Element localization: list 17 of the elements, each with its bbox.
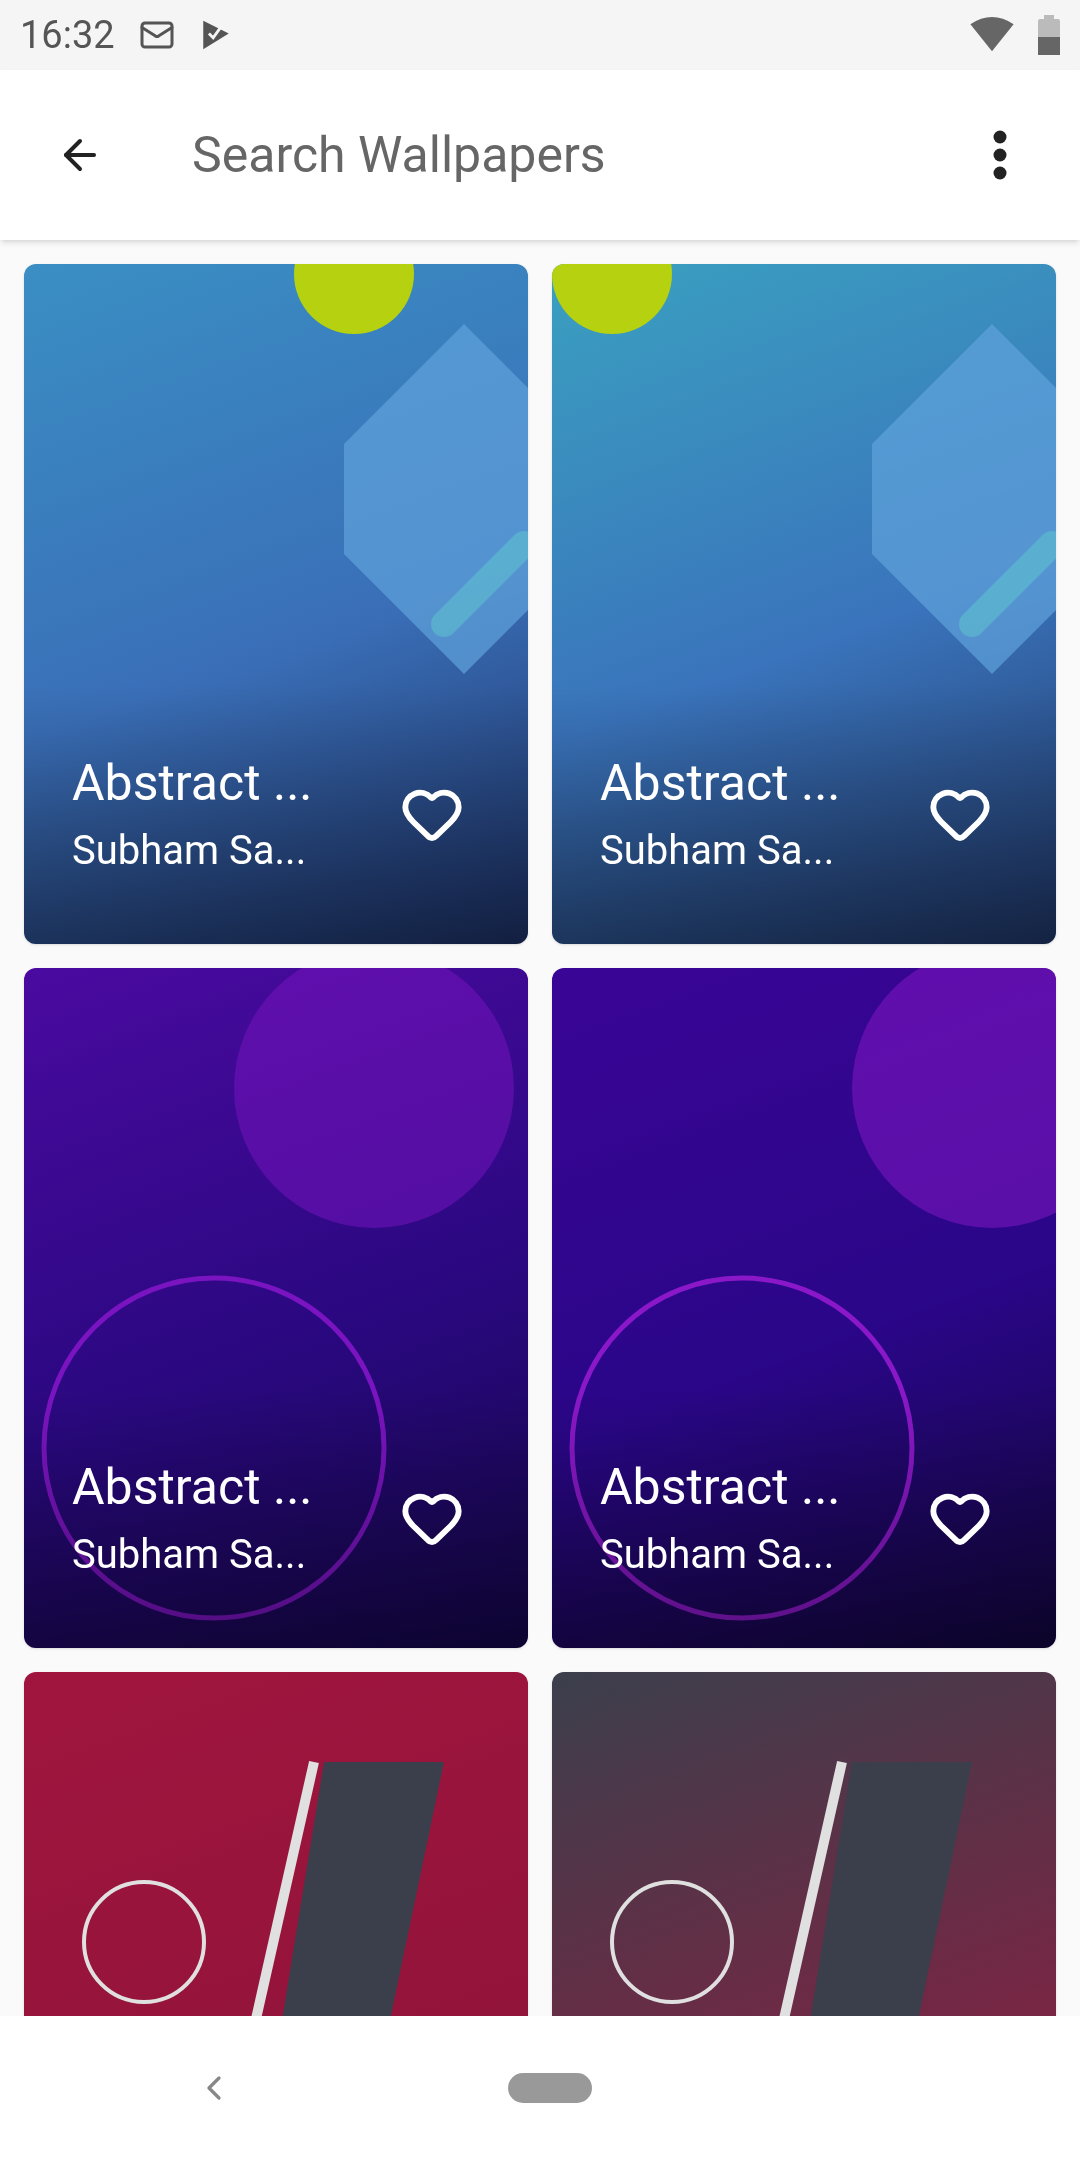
home-button[interactable]: [508, 2073, 592, 2103]
wallpaper-author: Subham Sa...: [600, 826, 836, 877]
wallpaper-title: Abstract ...: [600, 752, 841, 814]
wallpaper-author: Subham Sa...: [600, 1530, 836, 1581]
wallpaper-author: Subham Sa...: [72, 1530, 308, 1581]
wallpaper-card[interactable]: Abstract ... Subham Sa...: [24, 968, 528, 1648]
wallpaper-card[interactable]: Abstract ... Subham Sa...: [552, 968, 1056, 1648]
wallpaper-title: Abstract ...: [600, 1456, 841, 1518]
wallpaper-title: Abstract ...: [72, 752, 313, 814]
more-icon: [993, 130, 1007, 180]
wallpaper-card[interactable]: Abstract ... Subham Sa...: [552, 264, 1056, 944]
wallpaper-author: Subham Sa...: [72, 826, 308, 877]
battery-icon: [1038, 15, 1060, 55]
wifi-icon: [970, 17, 1014, 53]
wallpaper-title: Abstract ...: [72, 1456, 313, 1518]
wallpaper-card[interactable]: Abstract ... Subham Sa...: [24, 264, 528, 944]
status-time: 16:32: [20, 11, 115, 59]
